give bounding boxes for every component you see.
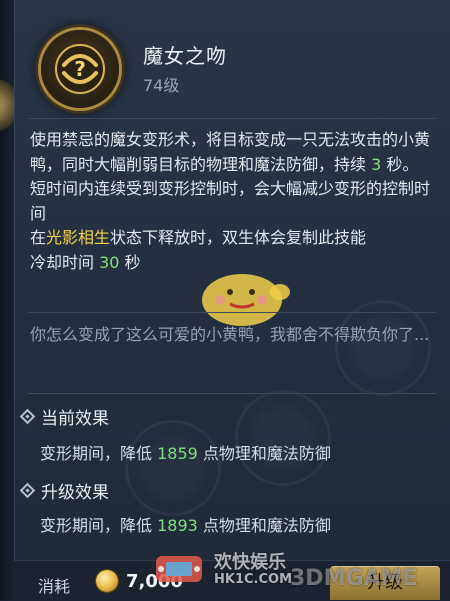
skill-level: 74级: [143, 76, 180, 95]
current-effect-value: 1859: [157, 444, 198, 463]
duration-value: 3: [371, 154, 382, 174]
coin-icon: [96, 570, 118, 592]
current-effect-line: 变形期间，降低 1859 点物理和魔法防御: [40, 440, 331, 464]
upgrade-effect-value: 1893: [157, 516, 198, 535]
effect-prefix: 变形期间，降低: [40, 516, 158, 535]
flavor-text: 你怎么变成了这么可爱的小黄鸭，我都舍不得欺负你了...: [30, 325, 430, 344]
description-text: 使用禁忌的魔女变形术，将目标变成一只无法攻击的小黄鸭，同时大幅削弱目标的物理和魔…: [30, 130, 431, 174]
watermark-text: 欢快娱乐: [214, 552, 286, 573]
cost-label: 消耗: [38, 577, 71, 596]
state-keyword: 光影相生: [46, 228, 111, 247]
svg-text:?: ?: [74, 57, 86, 81]
description-text: 在: [30, 228, 47, 247]
header-divider: [29, 118, 436, 119]
upgrade-effect-header: 升级效果: [19, 478, 109, 503]
effect-suffix: 点物理和魔法防御: [197, 516, 331, 535]
background-ring-decoration: [335, 300, 431, 396]
background-ring-decoration: [125, 420, 221, 516]
question-swirl-icon: ?: [55, 44, 105, 94]
effect-prefix: 变形期间，降低: [40, 444, 158, 463]
gamepad-watermark-icon: [156, 556, 202, 582]
effects-divider: [28, 393, 436, 394]
background-ring-decoration: [235, 390, 331, 486]
skill-icon: ?: [41, 30, 119, 108]
diamond-icon: [19, 408, 36, 425]
watermark-url: HK1C.COM: [214, 572, 293, 587]
cooldown-label: 冷却时间: [30, 252, 100, 272]
watermark-brand: 3DMGAME: [290, 566, 418, 591]
cooldown-unit: 秒: [119, 252, 141, 272]
skill-description: 使用禁忌的魔女变形术，将目标变成一只无法攻击的小黄鸭，同时大幅削弱目标的物理和魔…: [30, 128, 430, 275]
description-text: 状态下释放时，双生体会复制此技能: [110, 228, 367, 247]
current-effect-header: 当前效果: [19, 404, 109, 429]
skill-name: 魔女之吻: [143, 44, 227, 68]
upgrade-effect-title: 升级效果: [41, 483, 109, 503]
flavor-divider: [28, 312, 436, 313]
diamond-icon: [19, 482, 36, 499]
cooldown-value: 30: [99, 252, 120, 272]
current-effect-title: 当前效果: [41, 409, 109, 429]
effect-suffix: 点物理和魔法防御: [197, 444, 331, 463]
upgrade-effect-line: 变形期间，降低 1893 点物理和魔法防御: [40, 512, 331, 536]
